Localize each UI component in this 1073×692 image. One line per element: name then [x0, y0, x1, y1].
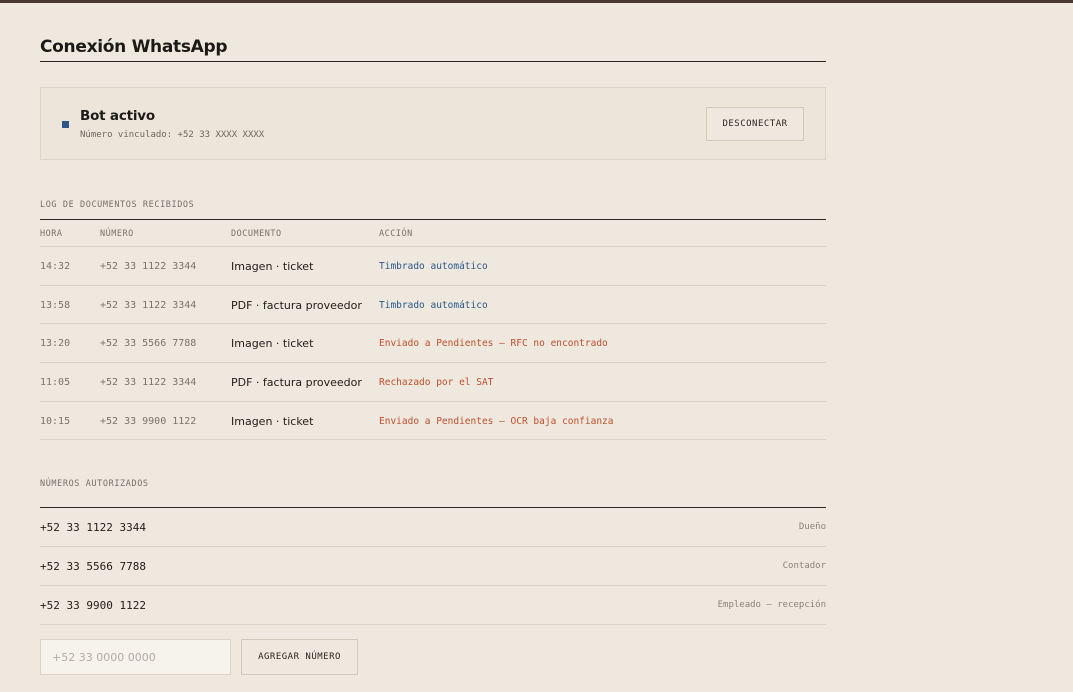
- authorized-role: Contador: [782, 561, 826, 571]
- log-section-label: LOG DE DOCUMENTOS RECIBIDOS: [40, 200, 195, 210]
- add-number-button[interactable]: AGREGAR NÚMERO: [241, 639, 358, 675]
- authorized-role: Empleado — recepción: [717, 600, 826, 610]
- log-time: 10:15: [40, 415, 71, 427]
- authorized-number: +52 33 1122 3344: [40, 521, 146, 534]
- title-divider: [40, 61, 826, 62]
- column-header-document: DOCUMENTO: [231, 229, 282, 239]
- log-document: PDF · factura proveedor: [231, 376, 362, 390]
- log-document: PDF · factura proveedor: [231, 298, 362, 312]
- page-title: Conexión WhatsApp: [40, 37, 228, 57]
- authorized-list: +52 33 1122 3344 Dueño +52 33 5566 7788 …: [40, 508, 826, 625]
- log-action: Rechazado por el SAT: [379, 377, 494, 389]
- column-header-number: NÚMERO: [100, 229, 134, 239]
- log-table-body: 14:32 +52 33 1122 3344 Imagen · ticket T…: [40, 247, 826, 441]
- bot-status-card: Bot activo Número vinculado: +52 33 XXXX…: [40, 87, 826, 160]
- log-document: Imagen · ticket: [231, 260, 314, 273]
- log-number: +52 33 5566 7788: [100, 338, 197, 350]
- log-number: +52 33 1122 3344: [100, 299, 197, 311]
- status-indicator: [62, 121, 69, 128]
- table-row: 13:58 +52 33 1122 3344 PDF · factura pro…: [40, 286, 826, 325]
- column-header-action: ACCIÓN: [379, 229, 413, 239]
- table-row: 14:32 +52 33 1122 3344 Imagen · ticket T…: [40, 247, 826, 286]
- table-row: 10:15 +52 33 9900 1122 Imagen · ticket E…: [40, 402, 826, 441]
- list-item: +52 33 1122 3344 Dueño: [40, 508, 826, 547]
- authorized-role: Dueño: [798, 522, 826, 532]
- table-row: 13:20 +52 33 5566 7788 Imagen · ticket E…: [40, 324, 826, 364]
- log-time: 13:20: [40, 338, 71, 350]
- log-action: Timbrado automático: [379, 299, 488, 311]
- disconnect-button[interactable]: DESCONECTAR: [706, 107, 804, 141]
- log-number: +52 33 1122 3344: [100, 377, 197, 389]
- log-action: Timbrado automático: [379, 261, 488, 272]
- table-row: 11:05 +52 33 1122 3344 PDF · factura pro…: [40, 363, 826, 402]
- authorized-number: +52 33 9900 1122: [40, 599, 146, 612]
- log-time: 14:32: [40, 261, 71, 272]
- linked-number: Número vinculado: +52 33 XXXX XXXX: [80, 130, 265, 140]
- log-number: +52 33 1122 3344: [100, 261, 197, 272]
- status-title: Bot activo: [80, 108, 155, 124]
- list-item: +52 33 9900 1122 Empleado — recepción: [40, 586, 826, 625]
- log-action: Enviado a Pendientes — RFC no encontrado: [379, 338, 608, 350]
- authorized-number: +52 33 5566 7788: [40, 560, 146, 573]
- log-time: 13:58: [40, 299, 71, 311]
- new-number-input[interactable]: [40, 639, 231, 675]
- log-table-header: HORA NÚMERO DOCUMENTO ACCIÓN: [40, 219, 826, 247]
- list-item: +52 33 5566 7788 Contador: [40, 547, 826, 586]
- log-document: Imagen · ticket: [231, 337, 314, 351]
- log-document: Imagen · ticket: [231, 414, 314, 428]
- log-number: +52 33 9900 1122: [100, 415, 197, 427]
- column-header-time: HORA: [40, 229, 63, 239]
- log-time: 11:05: [40, 377, 71, 389]
- authorized-section-label: NÚMEROS AUTORIZADOS: [40, 479, 149, 489]
- log-action: Enviado a Pendientes — OCR baja confianz…: [379, 415, 614, 427]
